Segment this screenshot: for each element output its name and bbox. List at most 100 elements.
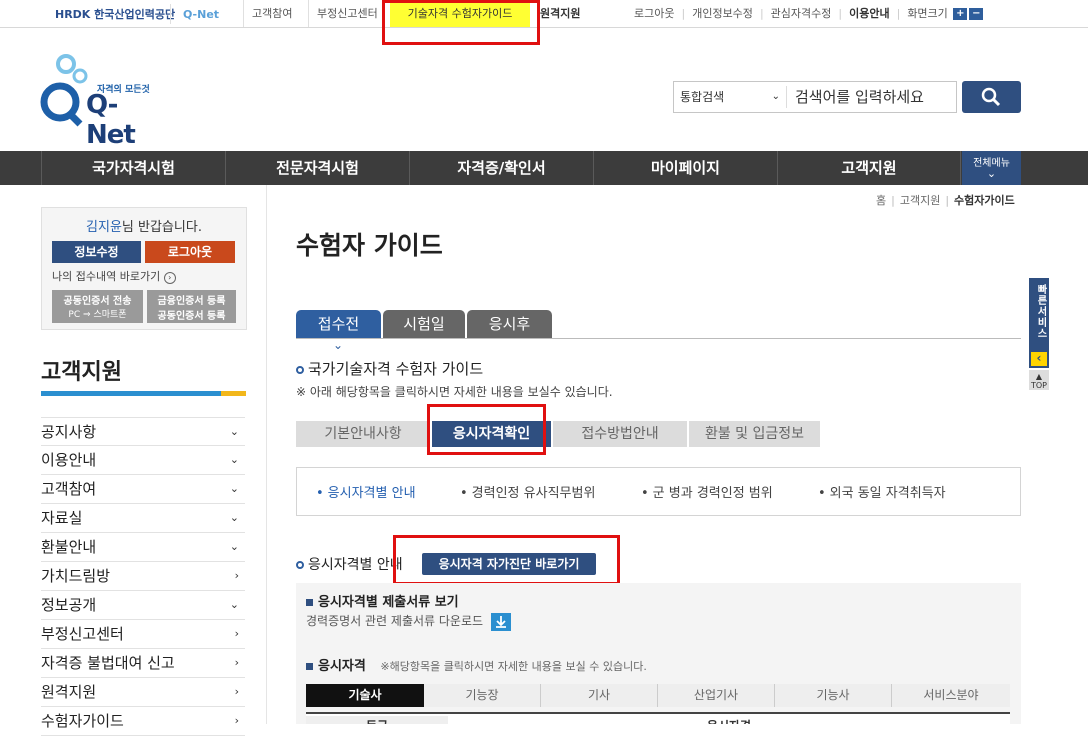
table-header-qualification: 응시자격 — [448, 716, 1010, 724]
sidebar-item-fraud-report[interactable]: 부정신고센터 › — [41, 620, 245, 649]
tab-after-exam[interactable]: 응시후 — [467, 310, 552, 338]
toplink-interest-edit[interactable]: 관심자격수정 — [771, 7, 832, 20]
gnb-certificate[interactable]: 자격증/확인서 — [409, 151, 593, 185]
sidebar-title-bar-accent — [221, 391, 246, 396]
search-box: 통합검색 ⌄ 검색어를 입력하세요 — [673, 81, 957, 113]
sidebar-title-bar — [41, 391, 221, 396]
section-title: 국가기술자격 수험자 가이드 — [296, 358, 483, 379]
edit-info-button[interactable]: 정보수정 — [52, 241, 141, 263]
subtab-basic-info[interactable]: 기본안내사항 — [296, 421, 430, 447]
grade-tab-service[interactable]: 서비스분야 — [892, 684, 1010, 707]
sidebar-item-notice[interactable]: 공지사항 ⌄ — [41, 417, 245, 446]
arrow-right-icon: › — [163, 272, 176, 284]
logout-button[interactable]: 로그아웃 — [145, 241, 235, 263]
sidebar-item-usage[interactable]: 이용안내 ⌄ — [41, 446, 245, 475]
sidebar-item-value-dream[interactable]: 가치드림방 › — [41, 562, 245, 591]
zoom-label: 화면크기 — [907, 7, 948, 20]
anchor-eligibility-guide[interactable]: • 응시자격별 안내 — [316, 482, 416, 501]
toplink-logout[interactable]: 로그아웃 — [634, 7, 674, 20]
highlight-box-eligibility-tab — [427, 404, 546, 455]
qualification-table: 등급 응시자격 — [306, 712, 1010, 724]
chevron-down-icon: ⌄ — [229, 511, 239, 524]
quick-service-panel[interactable]: 빠른서비스 ‹ — [1029, 278, 1049, 368]
sidebar-item-archive[interactable]: 자료실 ⌄ — [41, 504, 245, 533]
square-bullet-icon — [306, 599, 313, 606]
caret-up-icon: ▲ — [1035, 372, 1043, 381]
chevron-right-icon: › — [234, 685, 239, 698]
gnb-customer-support[interactable]: 고객지원 — [777, 151, 961, 185]
grade-tab-craftsman[interactable]: 기능사 — [775, 684, 892, 707]
hrdk-logo[interactable]: HRDK 한국산업인력공단 — [55, 4, 175, 24]
breadcrumb-current: 수험자가이드 — [954, 194, 1015, 207]
sidebar-item-disclosure[interactable]: 정보공개 ⌄ — [41, 591, 245, 620]
square-bullet-icon — [306, 663, 313, 670]
bullet-icon — [296, 365, 304, 374]
gnb-national-exam[interactable]: 국가자격시험 — [41, 151, 225, 185]
search-category-select[interactable]: 통합검색 ⌄ — [674, 82, 786, 112]
breadcrumb-home[interactable]: 홈 — [876, 194, 886, 207]
search-icon — [981, 87, 1001, 107]
docs-heading: 응시자격별 제출서류 보기 — [306, 591, 459, 610]
toplink-customer-participation[interactable]: 고객참여 — [243, 0, 300, 27]
sidebar-item-refund[interactable]: 환불안내 ⌄ — [41, 533, 245, 562]
chevron-right-icon: › — [234, 569, 239, 582]
sidebar-item-remote-support[interactable]: 원격지원 › — [41, 678, 245, 707]
download-icon — [490, 612, 511, 631]
toplink-remote-support[interactable]: 원격지원 — [532, 0, 588, 27]
grade-tab-engineer[interactable]: 기사 — [541, 684, 658, 707]
chevron-down-icon: ⌄ — [229, 425, 239, 438]
cert-register-button[interactable]: 금융인증서 등록 공동인증서 등록 — [147, 290, 236, 323]
receipt-history-link[interactable]: 나의 접수내역 바로가기 › — [52, 268, 176, 284]
grade-tab-master-craftsman[interactable]: 기능장 — [424, 684, 541, 707]
scroll-top-button[interactable]: ▲ TOP — [1029, 370, 1049, 390]
chevron-down-icon: ⌄ — [771, 91, 780, 102]
sidebar-item-examinee-guide[interactable]: 수험자가이드 › — [41, 707, 245, 736]
qualification-heading: 응시자격 ※해당항목을 클릭하시면 자세한 내용을 보실 수 있습니다. — [306, 655, 647, 674]
page-title: 수험자 가이드 — [296, 231, 443, 260]
gnb-mypage[interactable]: 마이페이지 — [593, 151, 777, 185]
gnb-professional-exam[interactable]: 전문자격시험 — [225, 151, 409, 185]
toplink-edit-profile[interactable]: 개인정보수정 — [692, 7, 753, 20]
eligibility-heading: 응시자격별 안내 — [296, 554, 403, 574]
grade-tab-industrial-engineer[interactable]: 산업기사 — [658, 684, 775, 707]
qualification-note: ※해당항목을 클릭하시면 자세한 내용을 보실 수 있습니다. — [380, 660, 647, 673]
top-right-links: 로그아웃 | 개인정보수정 | 관심자격수정 | 이용안내 | 화면크기 + − — [634, 0, 984, 27]
tab-underline — [296, 338, 1021, 339]
chevron-right-icon: › — [234, 714, 239, 727]
breadcrumb-customer-support[interactable]: 고객지원 — [900, 194, 940, 207]
subtab-receipt-method[interactable]: 접수방법안내 — [553, 421, 687, 447]
tab-before-receipt[interactable]: 접수전 — [296, 310, 381, 338]
table-header-grade: 등급 — [306, 716, 448, 724]
user-name: 김지윤 — [86, 220, 122, 235]
all-menu-button[interactable]: 전체메뉴 ⌄ — [962, 151, 1021, 185]
zoom-in-button[interactable]: + — [953, 8, 968, 20]
logo-text: Q-Net — [86, 90, 136, 150]
bullet-icon — [296, 561, 304, 569]
sidebar-item-illegal-lending[interactable]: 자격증 불법대여 신고 › — [41, 649, 245, 678]
qnet-logo[interactable]: 자격의 모든것 Q-Net — [40, 52, 160, 150]
highlight-box-self-check — [393, 535, 620, 585]
anchor-military-career[interactable]: • 군 병과 경력인정 범위 — [641, 482, 773, 501]
search-button[interactable] — [962, 81, 1021, 113]
toplink-usage-guide[interactable]: 이용안내 — [849, 7, 889, 20]
top-utility-bar: HRDK 한국산업인력공단 Q-Net 고객참여 부정신고센터 기술자격 수험자… — [0, 0, 1088, 45]
collapse-arrow-icon[interactable]: ‹ — [1031, 352, 1047, 366]
qnet-small-logo[interactable]: Q-Net — [170, 4, 232, 24]
cert-transfer-button[interactable]: 공동인증서 전송 PC ⇒ 스마트폰 — [52, 290, 143, 323]
greeting: 김지윤님 반갑습니다. — [86, 220, 202, 235]
search-input[interactable]: 검색어를 입력하세요 — [786, 86, 956, 108]
zoom-out-button[interactable]: − — [969, 8, 984, 20]
grade-tab-professional-engineer[interactable]: 기술사 — [306, 684, 424, 707]
highlight-box-guide-link — [382, 0, 540, 45]
anchor-career-range[interactable]: • 경력인정 유사직무범위 — [460, 482, 595, 501]
sidebar-item-participation[interactable]: 고객참여 ⌄ — [41, 475, 245, 504]
column-divider — [266, 185, 267, 724]
docs-download-link[interactable]: 경력증명서 관련 제출서류 다운로드 — [306, 612, 511, 631]
main-navigation: 국가자격시험 전문자격시험 자격증/확인서 마이페이지 고객지원 전체메뉴 ⌄ — [0, 151, 1088, 185]
chevron-down-icon: ⌄ — [229, 540, 239, 553]
anchor-foreign-qualification[interactable]: • 외국 동일 자격취득자 — [818, 482, 946, 501]
tab-exam-day[interactable]: 시험일 — [383, 310, 465, 338]
toplink-fraud-report[interactable]: 부정신고센터 — [308, 0, 386, 27]
chevron-down-icon: ⌄ — [229, 598, 239, 611]
subtab-refund-payment[interactable]: 환불 및 입금정보 — [689, 421, 820, 447]
